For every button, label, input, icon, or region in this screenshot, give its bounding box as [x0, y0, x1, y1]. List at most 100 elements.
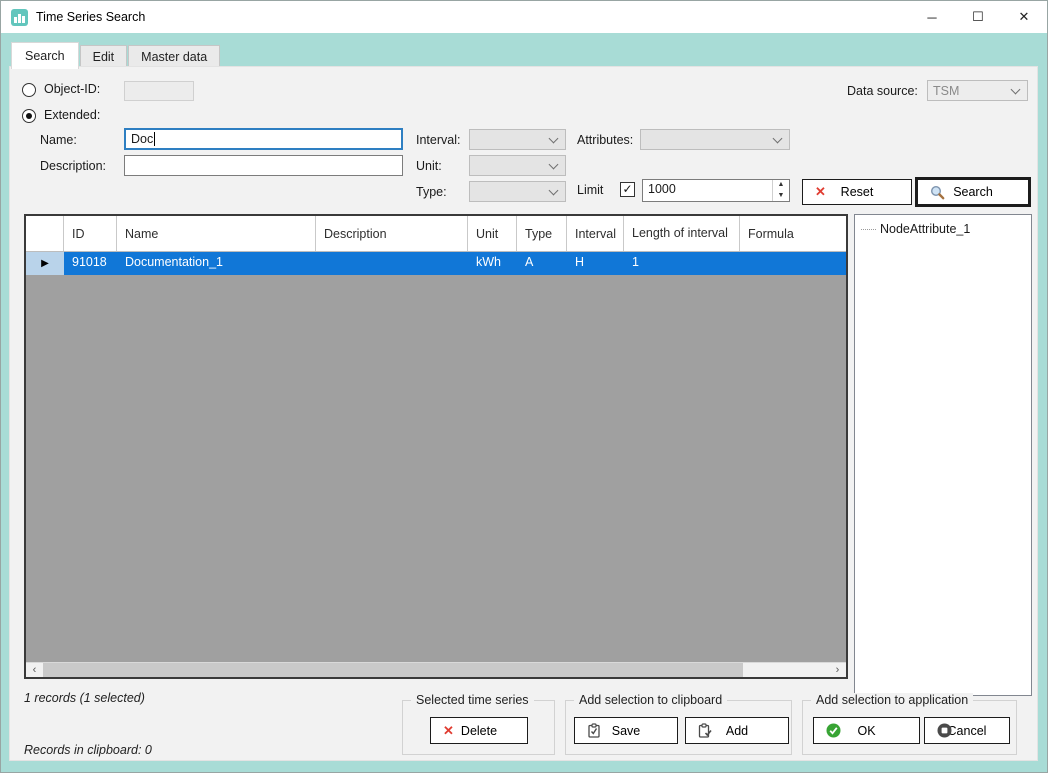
- cell-interval: H: [567, 252, 624, 275]
- type-label: Type:: [416, 185, 447, 199]
- scroll-right-icon[interactable]: ›: [829, 663, 846, 677]
- ok-button-label: OK: [857, 724, 875, 738]
- cell-id: 91018: [64, 252, 117, 275]
- chevron-down-icon: [549, 159, 559, 169]
- grid-column-unit[interactable]: Unit: [468, 216, 517, 251]
- object-id-radio[interactable]: [22, 83, 36, 97]
- cell-formula: [740, 252, 846, 275]
- attributes-combo[interactable]: [640, 129, 790, 150]
- object-id-input[interactable]: [124, 81, 194, 101]
- maximize-button[interactable]: ☐: [955, 1, 1001, 33]
- results-grid: ID Name Description Unit Type Interval L…: [24, 214, 848, 679]
- data-source-value: TSM: [928, 84, 959, 98]
- grid-column-length-of-interval[interactable]: Length of interval: [624, 216, 740, 251]
- tree-item-label: NodeAttribute_1: [880, 222, 970, 236]
- scroll-left-icon[interactable]: ‹: [26, 663, 43, 677]
- app-bar-chart-icon: [11, 9, 28, 26]
- limit-label: Limit: [577, 183, 603, 197]
- text-caret: [154, 132, 155, 146]
- group-title: Selected time series: [411, 693, 534, 707]
- magnifier-icon: [930, 185, 945, 200]
- grid-column-name[interactable]: Name: [117, 216, 316, 251]
- cell-unit: kWh: [468, 252, 517, 275]
- grid-corner-cell: [26, 216, 64, 251]
- close-button[interactable]: ✕: [1001, 1, 1047, 33]
- window-body: Search Edit Master data Object-ID: Data …: [1, 33, 1048, 773]
- clipboard-check-icon: [587, 723, 601, 738]
- time-series-search-window: Time Series Search ─ ☐ ✕ Search Edit Mas…: [0, 0, 1048, 773]
- group-add-to-application: Add selection to application OK Cancel: [802, 700, 1017, 755]
- interval-label: Interval:: [416, 133, 460, 147]
- cell-description: [316, 252, 468, 275]
- title-bar: Time Series Search ─ ☐ ✕: [1, 1, 1047, 33]
- grid-column-formula[interactable]: Formula: [740, 216, 846, 251]
- add-button[interactable]: Add: [685, 717, 789, 744]
- chevron-down-icon: [549, 185, 559, 195]
- grid-column-interval[interactable]: Interval: [567, 216, 624, 251]
- unit-combo[interactable]: [469, 155, 566, 176]
- ok-button[interactable]: OK: [813, 717, 920, 744]
- cancel-button[interactable]: Cancel: [924, 717, 1010, 744]
- data-source-label: Data source:: [847, 84, 918, 98]
- green-check-circle-icon: [826, 723, 841, 738]
- extended-radio[interactable]: [22, 109, 36, 123]
- chevron-down-icon: [549, 133, 559, 143]
- search-button-label: Search: [953, 185, 993, 199]
- limit-spinner[interactable]: 1000 ▲▼: [642, 179, 790, 202]
- delete-button[interactable]: ✕ Delete: [430, 717, 528, 744]
- name-label: Name:: [40, 133, 77, 147]
- search-tab-page: Object-ID: Data source: TSM Extended: Na…: [9, 66, 1038, 761]
- clipboard-add-icon: [698, 723, 713, 738]
- tab-strip: Search Edit Master data: [11, 42, 221, 69]
- red-x-icon: ✕: [443, 723, 454, 739]
- grid-header-row: ID Name Description Unit Type Interval L…: [26, 216, 846, 252]
- save-button[interactable]: Save: [574, 717, 678, 744]
- red-x-icon: ✕: [815, 184, 826, 200]
- window-title: Time Series Search: [36, 10, 145, 24]
- name-input[interactable]: Doc: [124, 128, 403, 150]
- interval-combo[interactable]: [469, 129, 566, 150]
- grid-column-description[interactable]: Description: [316, 216, 468, 251]
- extended-label: Extended:: [44, 108, 100, 122]
- group-add-to-clipboard: Add selection to clipboard Save Add: [565, 700, 792, 755]
- save-button-label: Save: [612, 724, 641, 738]
- cancel-button-label: Cancel: [948, 724, 987, 738]
- type-combo[interactable]: [469, 181, 566, 202]
- grid-column-id[interactable]: ID: [64, 216, 117, 251]
- spin-down-icon[interactable]: ▼: [773, 191, 789, 202]
- search-button[interactable]: Search: [915, 177, 1031, 207]
- limit-checkbox[interactable]: ✓: [620, 182, 635, 197]
- add-button-label: Add: [726, 724, 748, 738]
- delete-button-label: Delete: [461, 724, 497, 738]
- grid-horizontal-scrollbar[interactable]: ‹ ›: [26, 662, 846, 677]
- spinner-arrows[interactable]: ▲▼: [772, 180, 789, 201]
- cell-length-of-interval: 1: [624, 252, 740, 275]
- reset-button-label: Reset: [841, 185, 874, 199]
- description-label: Description:: [40, 159, 106, 173]
- chevron-down-icon: [1011, 84, 1021, 94]
- reset-button[interactable]: ✕ Reset: [802, 179, 912, 205]
- grid-column-type[interactable]: Type: [517, 216, 567, 251]
- clipboard-status: Records in clipboard: 0: [24, 743, 152, 757]
- object-id-label: Object-ID:: [44, 82, 100, 96]
- attributes-label: Attributes:: [577, 133, 633, 147]
- limit-value: 1000: [643, 180, 772, 201]
- records-status: 1 records (1 selected): [24, 691, 145, 705]
- spin-up-icon[interactable]: ▲: [773, 180, 789, 191]
- tree-item-nodeattribute[interactable]: NodeAttribute_1: [861, 222, 1025, 236]
- row-indicator-icon: ▶: [26, 252, 64, 275]
- table-row[interactable]: ▶ 91018 Documentation_1 kWh A H 1: [26, 252, 846, 275]
- description-input[interactable]: [124, 155, 403, 176]
- cell-type: A: [517, 252, 567, 275]
- group-selected-time-series: Selected time series ✕ Delete: [402, 700, 555, 755]
- tree-connector: [861, 229, 876, 230]
- minimize-button[interactable]: ─: [909, 1, 955, 33]
- group-title: Add selection to clipboard: [574, 693, 727, 707]
- attributes-tree-panel: NodeAttribute_1: [854, 214, 1032, 696]
- scrollbar-thumb[interactable]: [43, 663, 743, 677]
- data-source-combo[interactable]: TSM: [927, 80, 1028, 101]
- unit-label: Unit:: [416, 159, 442, 173]
- cell-name: Documentation_1: [117, 252, 316, 275]
- stop-circle-icon: [937, 723, 952, 738]
- tab-search[interactable]: Search: [11, 42, 79, 69]
